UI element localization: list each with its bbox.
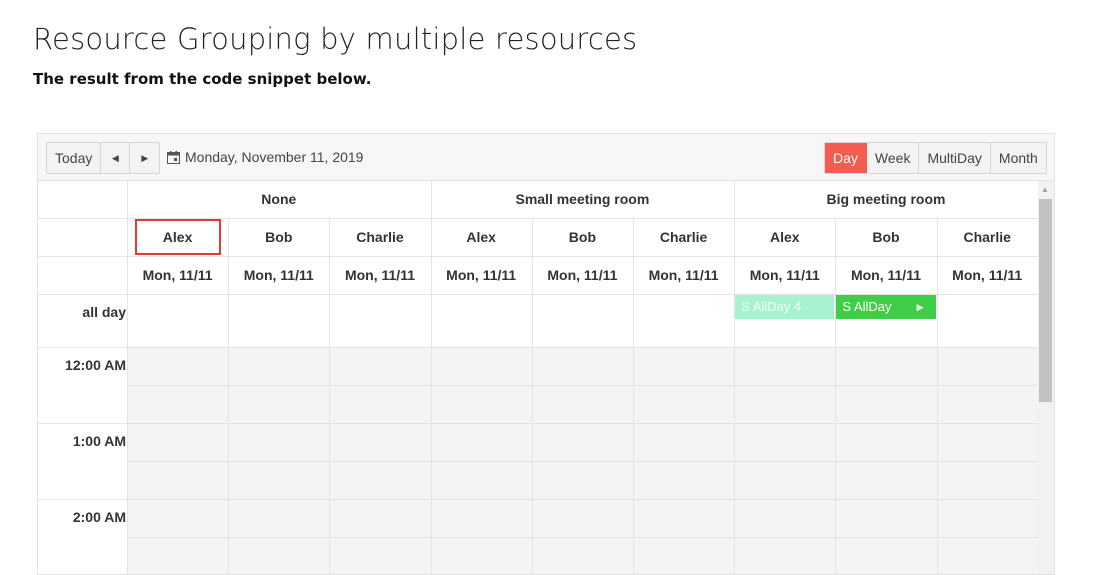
- grid-line: [127, 385, 1038, 386]
- date-header: Mon, 11/11: [850, 267, 921, 283]
- highlight-box: [135, 219, 222, 255]
- grid-line: [38, 499, 1038, 500]
- navigation-buttons: Today ◀ ▶: [46, 142, 161, 174]
- resource-header-bob[interactable]: Bob: [835, 218, 936, 256]
- grid-line: [532, 218, 533, 574]
- date-header: Mon, 11/11: [142, 267, 213, 283]
- page-title: Resource Grouping by multiple resources: [33, 22, 638, 56]
- time-label: 12:00 AM: [65, 357, 126, 373]
- time-label: 1:00 AM: [72, 433, 126, 449]
- view-multiday-button[interactable]: MultiDay: [919, 143, 991, 173]
- resource-header-bob[interactable]: Bob: [532, 218, 633, 256]
- view-switcher: Day Week MultiDay Month: [824, 142, 1047, 174]
- grid-line: [228, 218, 229, 574]
- view-month-button[interactable]: Month: [991, 143, 1046, 173]
- resource-header-alex[interactable]: Alex: [431, 218, 532, 256]
- grid-line: [329, 218, 330, 574]
- scroll-thumb[interactable]: [1039, 199, 1052, 402]
- resource-header-charlie[interactable]: Charlie: [329, 218, 430, 256]
- scheduler-toolbar: Today ◀ ▶ Monday, November 11, 2019 Day W…: [38, 134, 1054, 181]
- calendar-icon: [167, 150, 180, 164]
- current-date: Monday, November 11, 2019: [185, 149, 364, 165]
- date-header: Mon, 11/11: [648, 267, 719, 283]
- scheduler: Today ◀ ▶ Monday, November 11, 2019 Day W…: [37, 133, 1055, 575]
- event-title: S AllDay: [842, 299, 892, 314]
- vertical-scrollbar[interactable]: ▲: [1038, 181, 1054, 574]
- prev-button[interactable]: ◀: [101, 143, 131, 173]
- date-header: Mon, 11/11: [749, 267, 820, 283]
- resource-header-charlie[interactable]: Charlie: [937, 218, 1038, 256]
- group-header: Small meeting room: [515, 191, 650, 207]
- view-day-button[interactable]: Day: [825, 143, 867, 173]
- all-day-label: all day: [82, 304, 126, 320]
- scroll-up-icon[interactable]: ▲: [1041, 185, 1049, 194]
- resource-header-alex[interactable]: Alex: [734, 218, 835, 256]
- grid-line: [734, 181, 735, 574]
- grid-line: [835, 218, 836, 574]
- today-button[interactable]: Today: [47, 143, 102, 173]
- grid-line: [633, 218, 634, 574]
- event-title: S AllDay 4: [741, 299, 802, 314]
- group-header: None: [261, 191, 297, 207]
- resource-header-bob[interactable]: Bob: [228, 218, 329, 256]
- time-label: 2:00 AM: [72, 509, 126, 525]
- grid-line: [38, 256, 1038, 257]
- grid-line: [431, 181, 432, 574]
- arrow-right-icon: ▶: [916, 302, 924, 312]
- resource-header-charlie[interactable]: Charlie: [633, 218, 734, 256]
- view-week-button[interactable]: Week: [867, 143, 920, 173]
- all-day-event[interactable]: S AllDay 4: [735, 295, 835, 319]
- page-subtitle: The result from the code snippet below.: [33, 70, 372, 88]
- grid-line: [38, 347, 1038, 348]
- date-header: Mon, 11/11: [243, 267, 314, 283]
- date-header: Mon, 11/11: [952, 267, 1023, 283]
- group-header: Big meeting room: [826, 191, 946, 207]
- arrow-left-icon: ◀: [111, 153, 119, 163]
- date-header: Mon, 11/11: [446, 267, 517, 283]
- date-header: Mon, 11/11: [344, 267, 415, 283]
- grid-line: [937, 218, 938, 574]
- grid-line: [38, 423, 1038, 424]
- grid-line: [127, 461, 1038, 462]
- date-header: Mon, 11/11: [547, 267, 618, 283]
- date-picker[interactable]: Monday, November 11, 2019: [167, 142, 363, 172]
- next-button[interactable]: ▶: [130, 143, 159, 173]
- grid-line: [127, 537, 1038, 538]
- all-day-event[interactable]: S AllDay ▶: [836, 295, 936, 319]
- arrow-right-icon: ▶: [141, 153, 149, 163]
- grid-line: [127, 181, 128, 574]
